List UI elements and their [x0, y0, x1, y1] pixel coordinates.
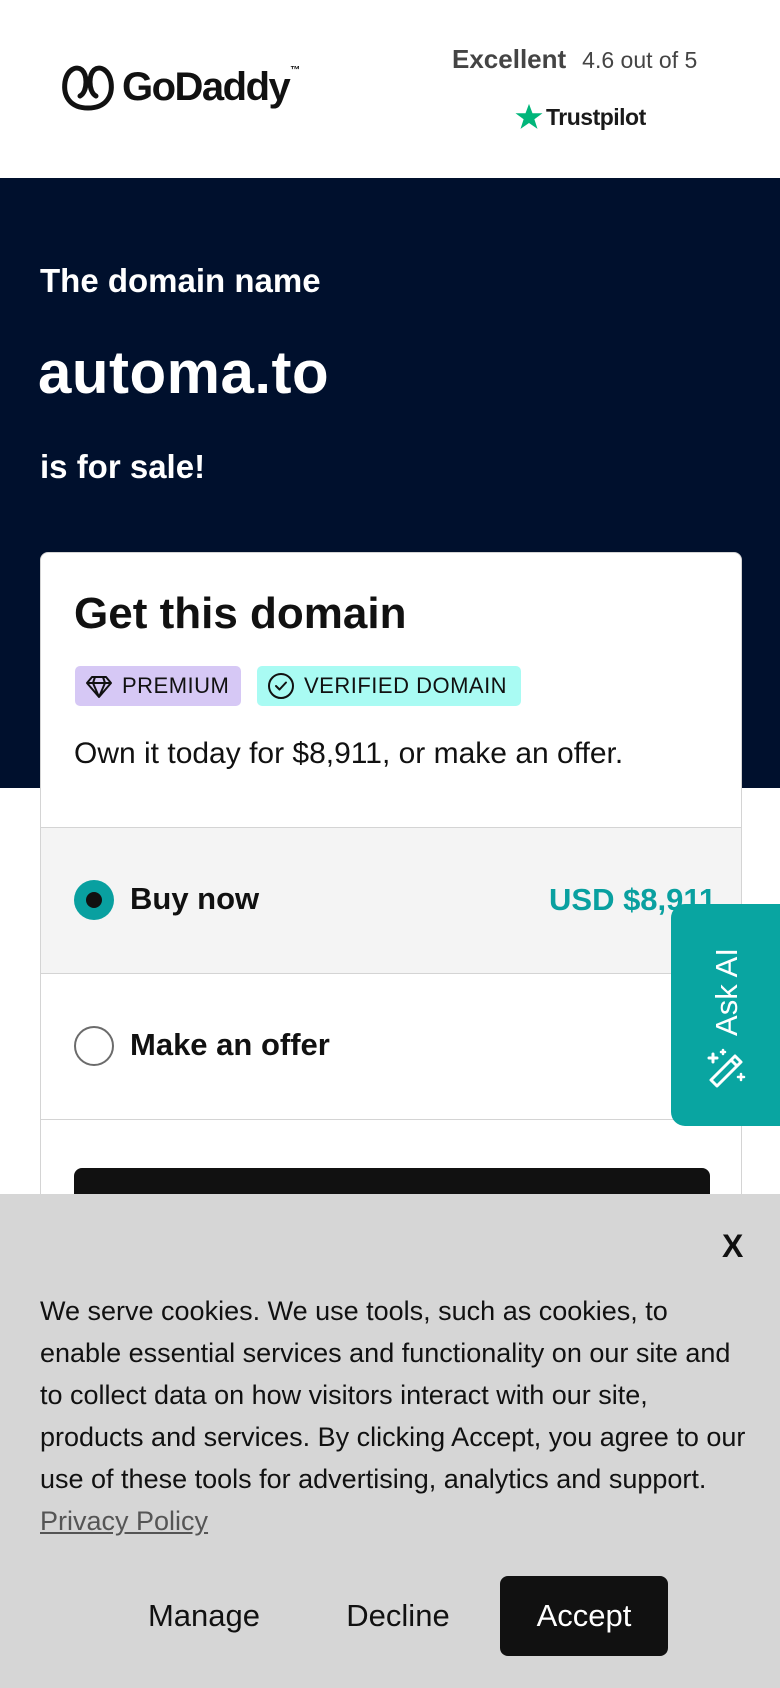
- trustpilot-badge[interactable]: Trustpilot: [514, 102, 646, 132]
- trustpilot-rating: Excellent 4.6 out of 5: [452, 44, 697, 75]
- verified-badge: VERIFIED DOMAIN: [257, 666, 521, 706]
- privacy-policy-link[interactable]: Privacy Policy: [40, 1506, 208, 1536]
- buy-now-label: Buy now: [130, 881, 260, 916]
- premium-badge: PREMIUM: [75, 666, 241, 706]
- verified-label: VERIFIED DOMAIN: [304, 673, 508, 698]
- rating-word: Excellent: [452, 44, 567, 74]
- godaddy-logo[interactable]: GoDaddy™: [60, 62, 300, 112]
- check-circle-icon: [268, 673, 294, 699]
- purchase-card: Get this domain PREMIUM VERIFIED DOMAIN …: [40, 552, 742, 1252]
- premium-label: PREMIUM: [122, 673, 230, 698]
- manage-button[interactable]: Manage: [120, 1576, 288, 1656]
- domain-name: automa.to: [38, 339, 330, 406]
- hero-outro: is for sale!: [40, 448, 206, 485]
- buy-now-radio[interactable]: [74, 880, 114, 920]
- card-title: Get this domain: [74, 589, 407, 638]
- trustpilot-star-icon: [515, 103, 543, 129]
- make-offer-radio[interactable]: [74, 1026, 114, 1066]
- diamond-icon: [86, 676, 112, 698]
- make-offer-label: Make an offer: [130, 1027, 330, 1062]
- brand-name: GoDaddy™: [122, 64, 300, 109]
- ask-ai-label: Ask AI: [709, 948, 744, 1036]
- make-offer-option[interactable]: Make an offer: [41, 973, 741, 1119]
- trustpilot-label: Trustpilot: [546, 103, 646, 130]
- cookie-message: We serve cookies. We use tools, such as …: [40, 1290, 746, 1542]
- cookie-banner: X We serve cookies. We use tools, such a…: [0, 1194, 780, 1688]
- decline-button[interactable]: Decline: [320, 1576, 476, 1656]
- close-cookie-button[interactable]: X: [722, 1228, 743, 1265]
- accept-button[interactable]: Accept: [500, 1576, 668, 1656]
- card-description: Own it today for $8,911, or make an offe…: [74, 737, 624, 770]
- cookie-text: We serve cookies. We use tools, such as …: [40, 1296, 746, 1494]
- site-header: GoDaddy™ Excellent 4.6 out of 5 Trustpil…: [0, 0, 780, 178]
- magic-wand-icon: [707, 1048, 746, 1088]
- hero-intro: The domain name: [40, 262, 321, 299]
- rating-score: 4.6 out of 5: [582, 47, 698, 73]
- godaddy-logo-icon: [62, 65, 114, 111]
- buy-now-option[interactable]: Buy now USD $8,911: [41, 827, 741, 973]
- ask-ai-button[interactable]: Ask AI: [671, 904, 780, 1126]
